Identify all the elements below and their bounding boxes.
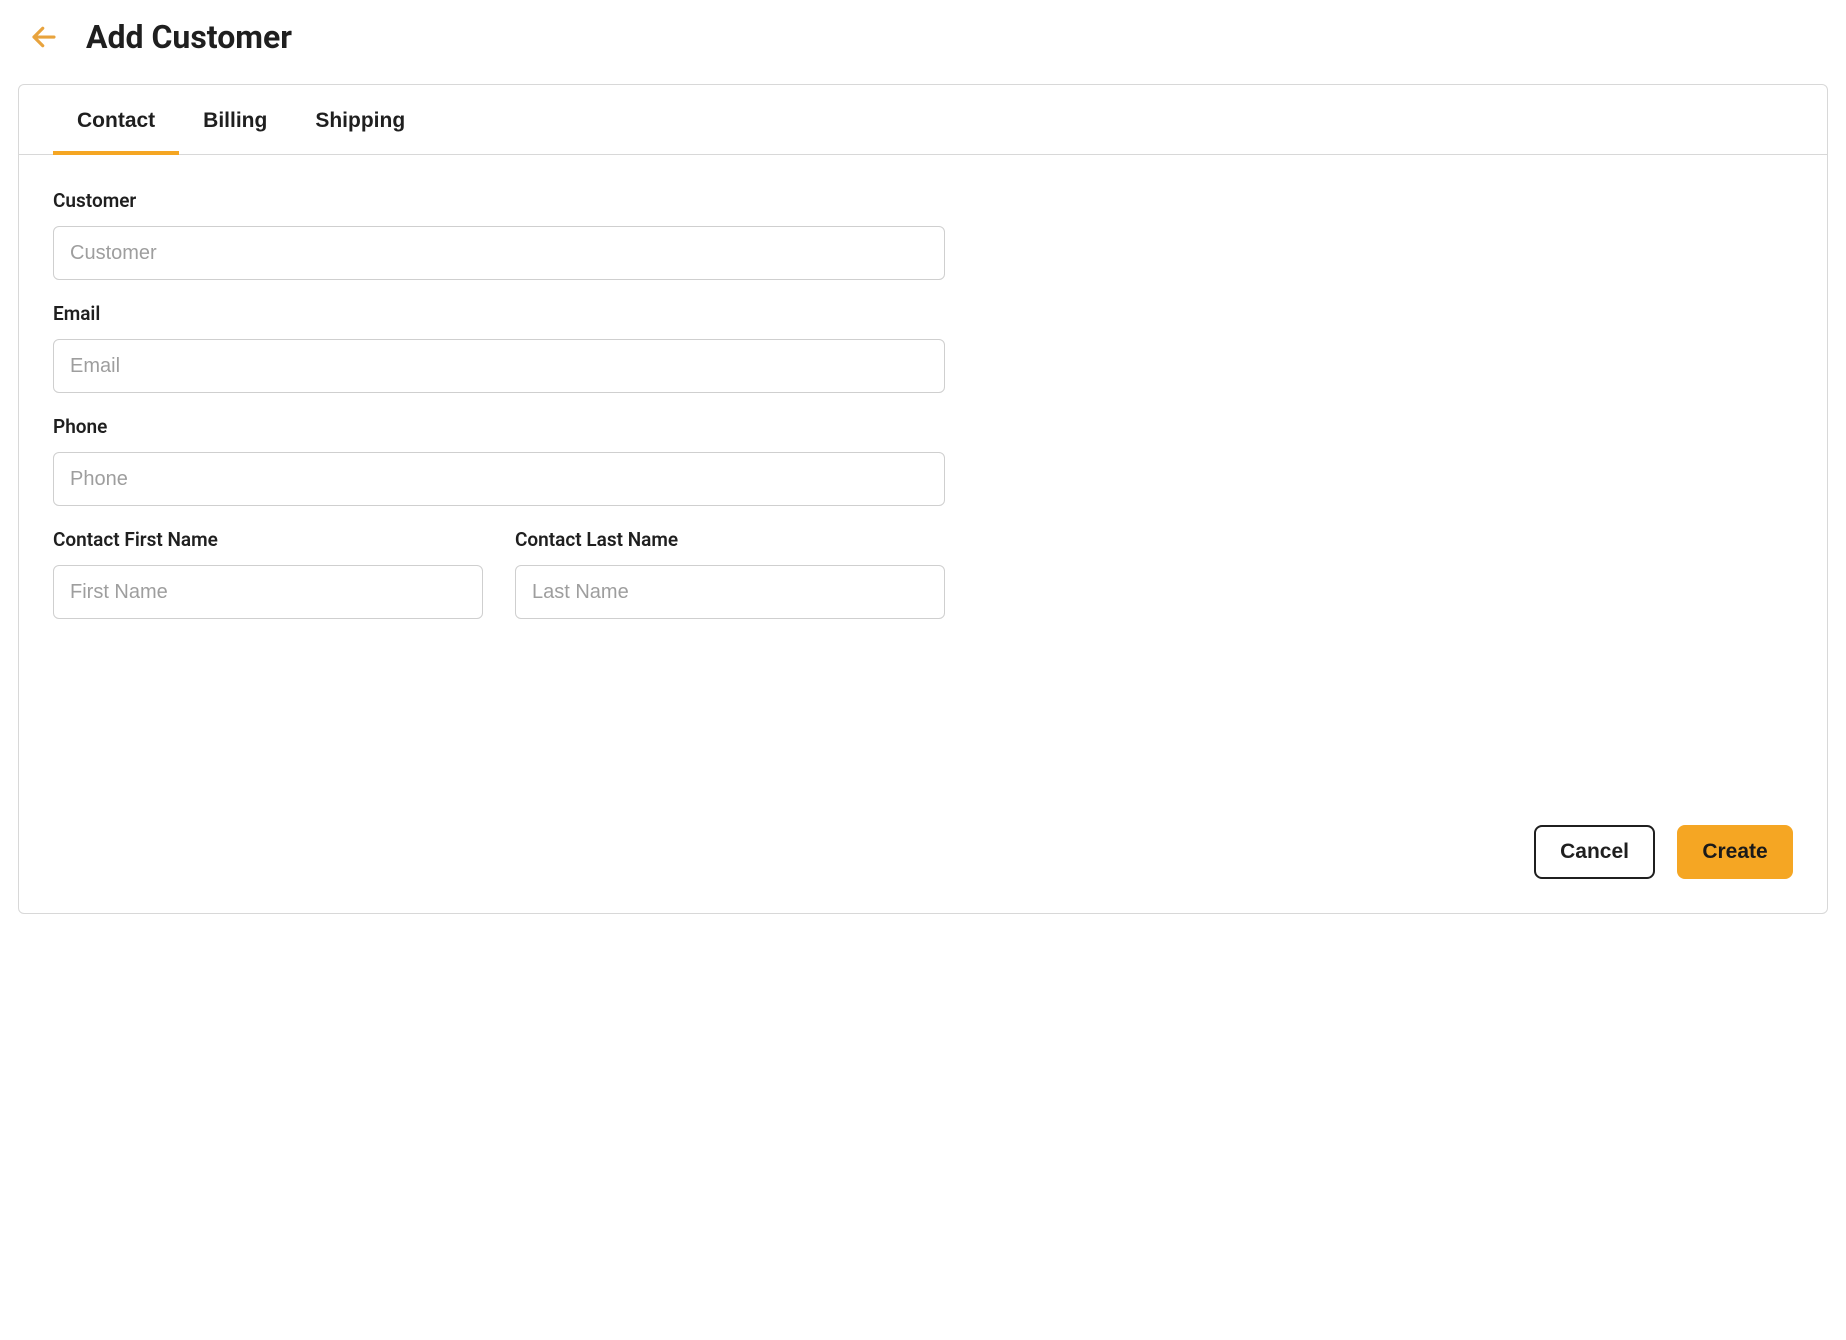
field-email: Email [53, 302, 945, 393]
form-footer: Cancel Create [19, 801, 1827, 913]
first-name-label: Contact First Name [53, 528, 483, 551]
name-row: Contact First Name Contact Last Name [53, 528, 945, 641]
form-body: Customer Email Phone Contact First Name … [19, 155, 979, 801]
tab-billing[interactable]: Billing [179, 85, 291, 155]
email-label: Email [53, 302, 945, 325]
phone-input[interactable] [53, 452, 945, 506]
back-button[interactable] [26, 19, 62, 55]
page-header: Add Customer [18, 18, 1828, 56]
cancel-button[interactable]: Cancel [1534, 825, 1655, 879]
last-name-input[interactable] [515, 565, 945, 619]
first-name-input[interactable] [53, 565, 483, 619]
customer-label: Customer [53, 189, 945, 212]
page-title: Add Customer [86, 18, 292, 56]
phone-label: Phone [53, 415, 945, 438]
arrow-left-icon [29, 22, 59, 52]
create-button[interactable]: Create [1677, 825, 1793, 879]
field-first-name: Contact First Name [53, 528, 483, 619]
tab-shipping[interactable]: Shipping [291, 85, 429, 155]
field-last-name: Contact Last Name [515, 528, 945, 619]
email-input[interactable] [53, 339, 945, 393]
field-phone: Phone [53, 415, 945, 506]
customer-input[interactable] [53, 226, 945, 280]
tab-contact[interactable]: Contact [53, 85, 179, 155]
last-name-label: Contact Last Name [515, 528, 945, 551]
field-customer: Customer [53, 189, 945, 280]
tabs: Contact Billing Shipping [19, 85, 1827, 155]
form-card: Contact Billing Shipping Customer Email … [18, 84, 1828, 914]
